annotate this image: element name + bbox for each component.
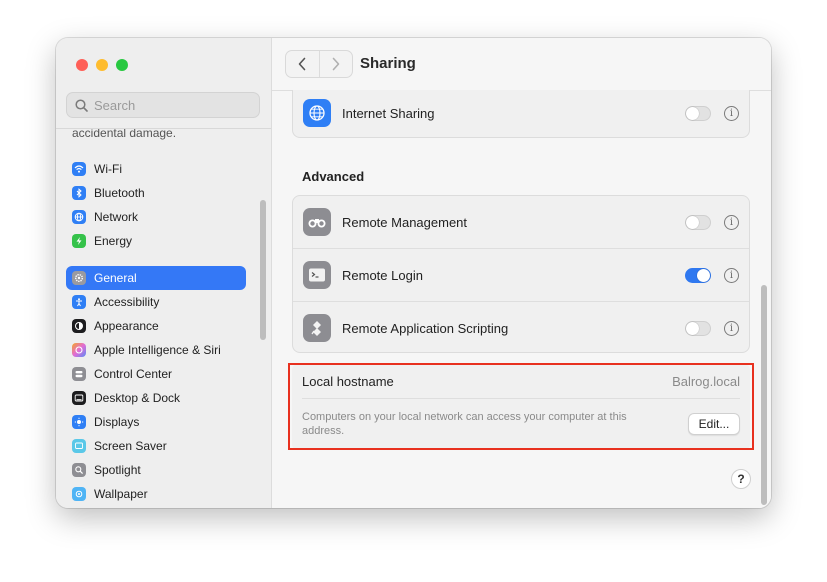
internet-sharing-label: Internet Sharing bbox=[342, 105, 435, 121]
sidebar-item-wifi[interactable]: Wi-Fi bbox=[66, 157, 246, 181]
sidebar-item-label: Energy bbox=[94, 234, 133, 248]
chevron-left-icon bbox=[298, 57, 306, 71]
appearance-icon bbox=[72, 319, 86, 333]
sidebar-item-spotlight[interactable]: Spotlight bbox=[66, 458, 246, 482]
sidebar-item-screen-saver[interactable]: Screen Saver bbox=[66, 434, 246, 458]
remote-application-scripting-label: Remote Application Scripting bbox=[342, 320, 509, 336]
script-icon bbox=[303, 314, 331, 342]
internet-sharing-row: Internet Sharing i bbox=[293, 90, 749, 136]
navigation-buttons bbox=[285, 50, 353, 78]
sidebar-item-accessibility[interactable]: Accessibility bbox=[66, 290, 246, 314]
page-title: Sharing bbox=[360, 55, 416, 72]
sidebar-item-label: Displays bbox=[94, 415, 140, 429]
sidebar-scrollbar[interactable] bbox=[260, 200, 266, 340]
remote-application-scripting-toggle[interactable] bbox=[685, 320, 711, 336]
network-icon bbox=[72, 210, 86, 224]
sidebar-item-label: Wi-Fi bbox=[94, 162, 122, 176]
sidebar-item-general[interactable]: General bbox=[66, 266, 246, 290]
wifi-icon bbox=[72, 162, 86, 176]
remote-login-row: Remote Login i bbox=[293, 248, 749, 301]
info-icon[interactable]: i bbox=[724, 214, 739, 230]
terminal-icon bbox=[303, 261, 331, 289]
minimize-button[interactable] bbox=[96, 59, 108, 71]
sidebar-item-label: General bbox=[94, 271, 137, 285]
internet-sharing-toggle[interactable] bbox=[685, 105, 711, 121]
sidebar-item-wallpaper[interactable]: Wallpaper bbox=[66, 482, 246, 506]
remote-management-row: Remote Management i bbox=[293, 196, 749, 248]
info-icon[interactable]: i bbox=[724, 105, 739, 121]
close-button[interactable] bbox=[76, 59, 88, 71]
sidebar-item-label: Wallpaper bbox=[94, 487, 148, 501]
remote-application-scripting-row: Remote Application Scripting i bbox=[293, 301, 749, 354]
sidebar-item-label: Screen Saver bbox=[94, 439, 167, 453]
advanced-heading: Advanced bbox=[302, 169, 365, 184]
sidebar-item-appearance[interactable]: Appearance bbox=[66, 314, 246, 338]
zoom-button[interactable] bbox=[116, 59, 128, 71]
sidebar-item-control-center[interactable]: Control Center bbox=[66, 362, 246, 386]
bluetooth-icon bbox=[72, 186, 86, 200]
search-input[interactable]: Search bbox=[66, 92, 260, 118]
search-placeholder: Search bbox=[94, 97, 136, 113]
sidebar-item-displays[interactable]: Displays bbox=[66, 410, 246, 434]
sidebar-item-label: Desktop & Dock bbox=[94, 391, 181, 405]
info-icon[interactable]: i bbox=[724, 267, 739, 283]
chevron-right-icon bbox=[332, 57, 340, 71]
wallpaper-icon bbox=[72, 487, 86, 501]
search-icon bbox=[75, 98, 88, 112]
toggle-knob bbox=[697, 268, 710, 282]
forward-button[interactable] bbox=[320, 51, 353, 77]
displays-icon bbox=[72, 415, 86, 429]
main-scrollbar[interactable] bbox=[761, 285, 767, 505]
sidebar-item-label: Network bbox=[94, 210, 139, 224]
sidebar-item-network[interactable]: Network bbox=[66, 205, 246, 229]
remote-management-toggle[interactable] bbox=[685, 214, 711, 230]
sidebar-item-desktop-dock[interactable]: Desktop & Dock bbox=[66, 386, 246, 410]
advanced-card: Remote Management i Remote Login i Remot… bbox=[292, 195, 750, 353]
sidebar-item-label: Apple Intelligence & Siri bbox=[94, 343, 221, 357]
remote-management-label: Remote Management bbox=[342, 214, 468, 230]
internet-sharing-card: Internet Sharing i bbox=[292, 90, 750, 138]
sidebar-item-label: Bluetooth bbox=[94, 186, 145, 200]
back-button[interactable] bbox=[286, 51, 320, 77]
dock-icon bbox=[72, 391, 86, 405]
screen-saver-icon bbox=[72, 439, 86, 453]
energy-icon bbox=[72, 234, 86, 248]
main-pane: Sharing Internet Sharing i Advanced Remo… bbox=[272, 38, 771, 508]
toggle-knob bbox=[686, 215, 699, 229]
sidebar-item-apple-intelligence-siri[interactable]: Apple Intelligence & Siri bbox=[66, 338, 246, 362]
sidebar-item-label: Accessibility bbox=[94, 295, 160, 309]
toggle-knob bbox=[686, 321, 699, 335]
remote-login-label: Remote Login bbox=[342, 267, 423, 283]
toggle-knob bbox=[686, 106, 699, 120]
help-button[interactable]: ? bbox=[731, 469, 751, 489]
control-center-icon bbox=[72, 367, 86, 381]
toolbar: Sharing bbox=[272, 38, 771, 91]
globe-icon bbox=[303, 99, 331, 127]
divider bbox=[56, 128, 271, 129]
sidebar-item-label: Appearance bbox=[94, 319, 159, 333]
sidebar-item-label: Control Center bbox=[94, 367, 173, 381]
sidebar-item-energy[interactable]: Energy bbox=[66, 229, 246, 253]
sidebar: Search accidental damage. Wi-Fi Bluetoot… bbox=[56, 38, 272, 508]
system-settings-window: Search accidental damage. Wi-Fi Bluetoot… bbox=[56, 38, 771, 508]
spotlight-icon bbox=[72, 463, 86, 477]
accessibility-icon bbox=[72, 295, 86, 309]
sidebar-item-bluetooth[interactable]: Bluetooth bbox=[66, 181, 246, 205]
remote-login-toggle[interactable] bbox=[685, 267, 711, 283]
highlight-outline bbox=[288, 363, 754, 450]
binoculars-icon bbox=[303, 208, 331, 236]
sidebar-item-label: Spotlight bbox=[94, 463, 141, 477]
window-controls bbox=[76, 59, 128, 71]
info-icon[interactable]: i bbox=[724, 320, 739, 336]
sidebar-list: Wi-Fi Bluetooth Network Energy General A… bbox=[66, 157, 246, 506]
gear-icon bbox=[72, 271, 86, 285]
siri-icon bbox=[72, 343, 86, 357]
